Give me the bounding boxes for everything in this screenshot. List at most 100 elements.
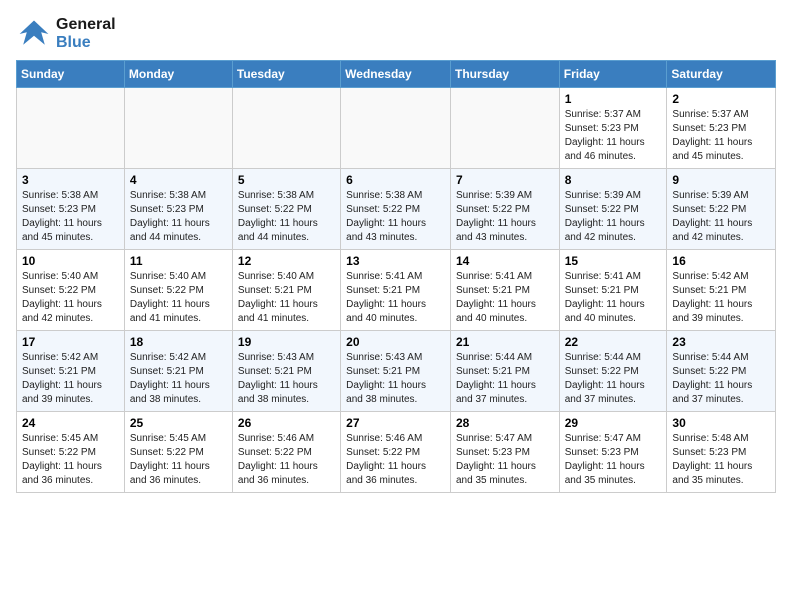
calendar-cell: 3 Sunrise: 5:38 AM Sunset: 5:23 PM Daylig… [17,169,125,250]
day-info: Sunrise: 5:37 AM Sunset: 5:23 PM Dayligh… [672,108,770,164]
calendar-cell: 12 Sunrise: 5:40 AM Sunset: 5:21 PM Dayli… [232,250,340,331]
day-number: 26 [238,416,335,430]
day-number: 9 [672,173,770,187]
day-info: Sunrise: 5:38 AM Sunset: 5:22 PM Dayligh… [346,189,445,245]
calendar-cell: 10 Sunrise: 5:40 AM Sunset: 5:22 PM Dayli… [17,250,125,331]
day-info: Sunrise: 5:44 AM Sunset: 5:22 PM Dayligh… [672,351,770,407]
calendar-cell [232,88,340,169]
calendar-cell: 14Sunrise: 5:41 AM Sunset: 5:21 PM Dayli… [450,250,559,331]
calendar-cell: 30 Sunrise: 5:48 AM Sunset: 5:23 PM Dayli… [667,412,776,493]
day-number: 22 [565,335,662,349]
day-info: Sunrise: 5:44 AM Sunset: 5:22 PM Dayligh… [565,351,662,407]
calendar-cell: 20 Sunrise: 5:43 AM Sunset: 5:21 PM Dayli… [341,331,451,412]
day-number: 10 [22,254,119,268]
day-info: Sunrise: 5:43 AM Sunset: 5:21 PM Dayligh… [346,351,445,407]
calendar-cell: 21 Sunrise: 5:44 AM Sunset: 5:21 PM Dayli… [450,331,559,412]
day-number: 24 [22,416,119,430]
day-header-thursday: Thursday [450,61,559,88]
day-number: 25 [130,416,227,430]
day-info: Sunrise: 5:42 AM Sunset: 5:21 PM Dayligh… [130,351,227,407]
calendar-cell: 29 Sunrise: 5:47 AM Sunset: 5:23 PM Dayli… [559,412,667,493]
calendar-cell: 15 Sunrise: 5:41 AM Sunset: 5:21 PM Dayli… [559,250,667,331]
day-number: 4 [130,173,227,187]
day-info: Sunrise: 5:43 AM Sunset: 5:21 PM Dayligh… [238,351,335,407]
day-info: Sunrise: 5:48 AM Sunset: 5:23 PM Dayligh… [672,432,770,488]
day-number: 17 [22,335,119,349]
logo-bird-icon [16,16,52,52]
day-number: 12 [238,254,335,268]
day-header-monday: Monday [124,61,232,88]
day-info: Sunrise: 5:47 AM Sunset: 5:23 PM Dayligh… [456,432,554,488]
day-number: 13 [346,254,445,268]
calendar-cell: 13 Sunrise: 5:41 AM Sunset: 5:21 PM Dayli… [341,250,451,331]
day-number: 7 [456,173,554,187]
day-info: Sunrise: 5:41 AM Sunset: 5:21 PM Dayligh… [346,270,445,326]
day-info: Sunrise: 5:39 AM Sunset: 5:22 PM Dayligh… [565,189,662,245]
calendar-cell: 5Sunrise: 5:38 AM Sunset: 5:22 PM Daylig… [232,169,340,250]
day-info: Sunrise: 5:40 AM Sunset: 5:21 PM Dayligh… [238,270,335,326]
day-number: 8 [565,173,662,187]
calendar-cell [124,88,232,169]
day-number: 19 [238,335,335,349]
calendar-table: SundayMondayTuesdayWednesdayThursdayFrid… [16,60,776,493]
calendar-cell [450,88,559,169]
day-header-sunday: Sunday [17,61,125,88]
day-number: 11 [130,254,227,268]
day-number: 14 [456,254,554,268]
day-info: Sunrise: 5:46 AM Sunset: 5:22 PM Dayligh… [346,432,445,488]
calendar-cell: 4 Sunrise: 5:38 AM Sunset: 5:23 PM Daylig… [124,169,232,250]
day-header-friday: Friday [559,61,667,88]
day-number: 3 [22,173,119,187]
day-header-wednesday: Wednesday [341,61,451,88]
day-number: 18 [130,335,227,349]
day-info: Sunrise: 5:38 AM Sunset: 5:23 PM Dayligh… [130,189,227,245]
day-number: 27 [346,416,445,430]
day-number: 16 [672,254,770,268]
day-number: 5 [238,173,335,187]
calendar-cell: 26Sunrise: 5:46 AM Sunset: 5:22 PM Dayli… [232,412,340,493]
day-info: Sunrise: 5:41 AM Sunset: 5:21 PM Dayligh… [565,270,662,326]
day-info: Sunrise: 5:47 AM Sunset: 5:23 PM Dayligh… [565,432,662,488]
day-number: 29 [565,416,662,430]
calendar-cell: 7 Sunrise: 5:39 AM Sunset: 5:22 PM Daylig… [450,169,559,250]
day-number: 2 [672,92,770,106]
day-number: 20 [346,335,445,349]
calendar-cell: 11 Sunrise: 5:40 AM Sunset: 5:22 PM Dayli… [124,250,232,331]
day-number: 28 [456,416,554,430]
day-header-tuesday: Tuesday [232,61,340,88]
calendar-header: SundayMondayTuesdayWednesdayThursdayFrid… [17,61,776,88]
day-info: Sunrise: 5:44 AM Sunset: 5:21 PM Dayligh… [456,351,554,407]
day-info: Sunrise: 5:45 AM Sunset: 5:22 PM Dayligh… [22,432,119,488]
calendar-cell: 16 Sunrise: 5:42 AM Sunset: 5:21 PM Dayli… [667,250,776,331]
calendar-cell: 8 Sunrise: 5:39 AM Sunset: 5:22 PM Daylig… [559,169,667,250]
day-info: Sunrise: 5:38 AM Sunset: 5:23 PM Dayligh… [22,189,119,245]
day-info: Sunrise: 5:40 AM Sunset: 5:22 PM Dayligh… [22,270,119,326]
calendar-cell: 18 Sunrise: 5:42 AM Sunset: 5:21 PM Dayli… [124,331,232,412]
day-header-saturday: Saturday [667,61,776,88]
calendar-cell: 2 Sunrise: 5:37 AM Sunset: 5:23 PM Daylig… [667,88,776,169]
day-number: 30 [672,416,770,430]
calendar-cell: 6 Sunrise: 5:38 AM Sunset: 5:22 PM Daylig… [341,169,451,250]
calendar-cell: 9Sunrise: 5:39 AM Sunset: 5:22 PM Daylig… [667,169,776,250]
calendar-cell: 23 Sunrise: 5:44 AM Sunset: 5:22 PM Dayli… [667,331,776,412]
day-info: Sunrise: 5:45 AM Sunset: 5:22 PM Dayligh… [130,432,227,488]
calendar-cell [17,88,125,169]
calendar-cell: 19 Sunrise: 5:43 AM Sunset: 5:21 PM Dayli… [232,331,340,412]
calendar-cell: 22 Sunrise: 5:44 AM Sunset: 5:22 PM Dayli… [559,331,667,412]
day-info: Sunrise: 5:37 AM Sunset: 5:23 PM Dayligh… [565,108,662,164]
calendar-cell: 27 Sunrise: 5:46 AM Sunset: 5:22 PM Dayli… [341,412,451,493]
calendar-cell: 1Sunrise: 5:37 AM Sunset: 5:23 PM Daylig… [559,88,667,169]
calendar-cell [341,88,451,169]
day-number: 21 [456,335,554,349]
day-info: Sunrise: 5:42 AM Sunset: 5:21 PM Dayligh… [22,351,119,407]
day-info: Sunrise: 5:40 AM Sunset: 5:22 PM Dayligh… [130,270,227,326]
day-number: 6 [346,173,445,187]
day-info: Sunrise: 5:39 AM Sunset: 5:22 PM Dayligh… [456,189,554,245]
calendar-cell: 24 Sunrise: 5:45 AM Sunset: 5:22 PM Dayli… [17,412,125,493]
calendar-cell: 28 Sunrise: 5:47 AM Sunset: 5:23 PM Dayli… [450,412,559,493]
day-info: Sunrise: 5:42 AM Sunset: 5:21 PM Dayligh… [672,270,770,326]
day-number: 15 [565,254,662,268]
day-number: 23 [672,335,770,349]
page-header: General Blue [16,16,776,52]
logo: General Blue [16,16,116,52]
